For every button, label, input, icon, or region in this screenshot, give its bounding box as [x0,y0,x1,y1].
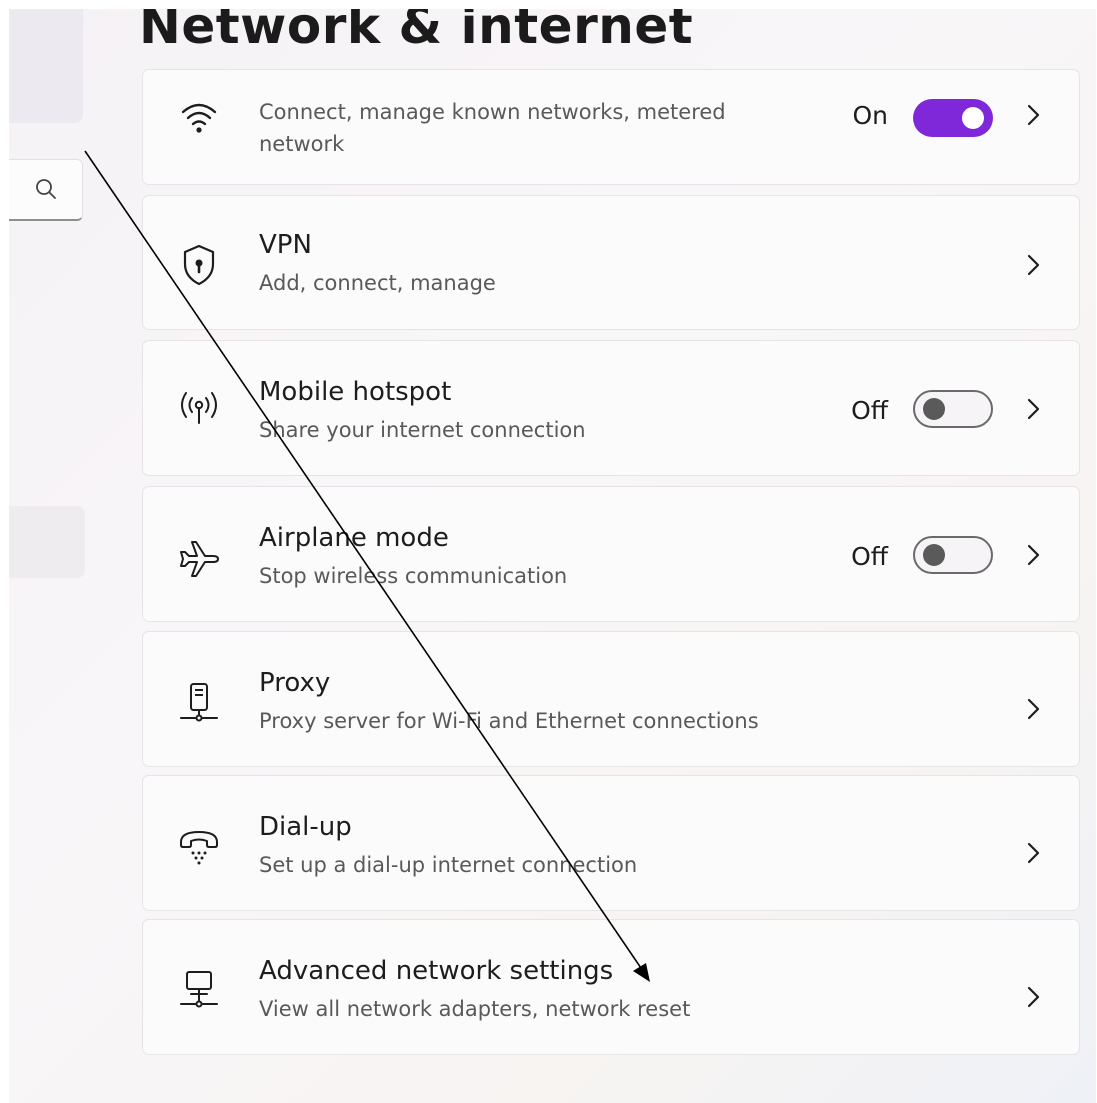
chevron-right-icon[interactable] [1021,982,1045,1012]
mobile-hotspot-description: Share your internet connection [259,418,586,442]
proxy-description: Proxy server for Wi-Fi and Ethernet conn… [259,709,759,733]
vpn-title: VPN [259,230,312,260]
sidebar-profile-area [9,9,83,123]
wifi-toggle[interactable] [913,99,993,137]
chevron-right-icon[interactable] [1021,100,1045,130]
dial-up-title: Dial-up [259,812,352,842]
airplane-mode-toggle[interactable] [913,536,993,574]
mobile-hotspot-card[interactable]: Mobile hotspot Share your internet conne… [142,340,1080,476]
airplane-mode-state-label: Off [851,542,888,571]
proxy-title: Proxy [259,668,331,698]
dial-up-description: Set up a dial-up internet connection [259,853,638,877]
shield-lock-icon [173,239,225,291]
wifi-icon [173,90,225,142]
airplane-mode-card[interactable]: Airplane mode Stop wireless communicatio… [142,486,1080,622]
mobile-hotspot-toggle[interactable] [913,390,993,428]
airplane-icon [173,530,225,582]
chevron-right-icon[interactable] [1021,694,1045,724]
vpn-description: Add, connect, manage [259,271,496,295]
hotspot-icon [173,383,225,435]
mobile-hotspot-title: Mobile hotspot [259,377,452,407]
toggle-knob [923,544,945,566]
airplane-mode-title: Airplane mode [259,523,449,553]
wifi-description: Connect, manage known networks, metered … [259,100,726,156]
dial-up-card[interactable]: Dial-up Set up a dial-up internet connec… [142,775,1080,911]
search-icon [33,176,59,202]
proxy-card[interactable]: Proxy Proxy server for Wi-Fi and Etherne… [142,631,1080,767]
toggle-knob [962,107,984,129]
wifi-state-label: On [852,101,888,130]
settings-window: Network & internet Connect, manage known… [9,9,1096,1103]
wifi-card[interactable]: Connect, manage known networks, metered … [142,69,1080,185]
advanced-network-settings-description: View all network adapters, network reset [259,997,691,1021]
advanced-network-settings-card[interactable]: Advanced network settings View all netwo… [142,919,1080,1055]
advanced-network-settings-title: Advanced network settings [259,956,614,986]
chevron-right-icon[interactable] [1021,838,1045,868]
chevron-right-icon[interactable] [1021,394,1045,424]
mobile-hotspot-state-label: Off [851,396,888,425]
sidebar-item-network-internet[interactable] [9,506,85,578]
search-input[interactable] [9,159,83,221]
toggle-knob [923,398,945,420]
dial-up-phone-icon [173,820,225,872]
airplane-mode-description: Stop wireless communication [259,564,568,588]
page-title: Network & internet [139,9,694,55]
vpn-card[interactable]: VPN Add, connect, manage [142,195,1080,330]
network-computer-icon [173,964,225,1016]
proxy-server-icon [173,676,225,728]
chevron-right-icon[interactable] [1021,250,1045,280]
chevron-right-icon[interactable] [1021,540,1045,570]
